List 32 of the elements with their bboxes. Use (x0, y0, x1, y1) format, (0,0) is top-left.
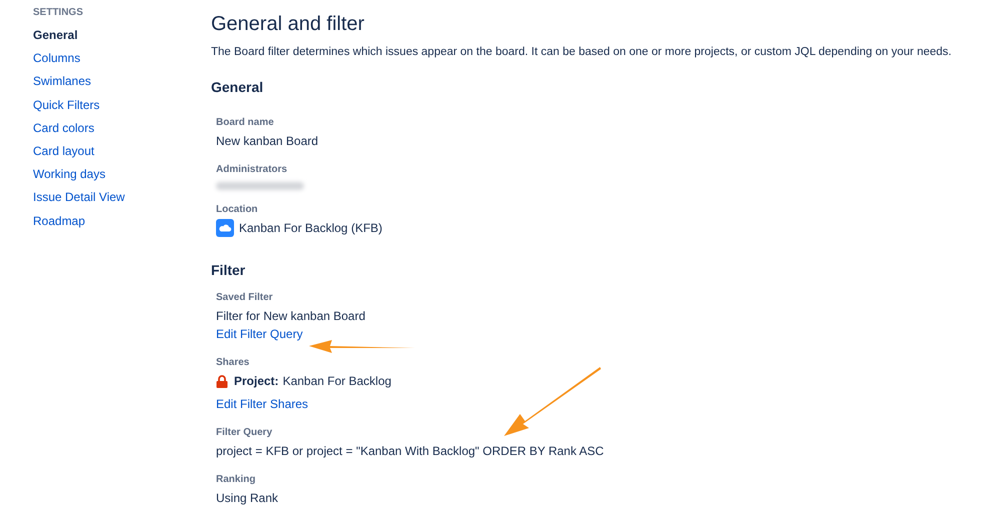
share-name: Kanban For Backlog (282, 373, 392, 390)
field-value: project = KFB or project = "Kanban With Backlog" ORDER BY Rank ASC (216, 443, 605, 460)
sidebar-item[interactable]: Card colors (33, 120, 94, 136)
field-label: Saved Filter (216, 291, 273, 305)
sidebar-heading: SETTINGS (33, 6, 84, 20)
sidebar-item[interactable]: Quick Filters (33, 96, 100, 113)
field-label: Location (216, 203, 258, 217)
field-label: Board name (216, 116, 274, 130)
link[interactable]: Edit Filter Query (216, 325, 303, 343)
field-label: Filter Query (216, 426, 272, 440)
cloud-icon (216, 219, 234, 237)
project-name: Kanban For Backlog (KFB) (239, 220, 382, 237)
lock-icon (216, 374, 228, 388)
field-value: New kanban Board (216, 133, 320, 150)
sidebar-item[interactable]: Issue Detail View (33, 189, 125, 206)
section-heading: General (211, 78, 264, 96)
sidebar-item[interactable]: Roadmap (33, 212, 86, 228)
sidebar-item[interactable]: Card layout (33, 142, 94, 159)
share-type: Project: (234, 373, 279, 390)
section-heading: Filter (211, 261, 246, 279)
field-value: Using Rank (216, 490, 280, 507)
field-value: Filter for New kanban Board (216, 308, 366, 325)
field-label: Ranking (216, 473, 256, 487)
sidebar-item[interactable]: General (33, 27, 78, 43)
sidebar-item[interactable]: Swimlanes (33, 73, 92, 90)
sidebar-item[interactable]: Columns (33, 50, 80, 66)
field-label: Administrators (216, 163, 288, 177)
link[interactable]: Edit Filter Shares (216, 395, 308, 413)
page-title: General and filter (211, 12, 366, 36)
field-label: Shares (216, 356, 250, 370)
page-description: The Board filter determines which issues appear on the board. It can be based on one or more projects, or custom JQL depending on your needs. (211, 45, 952, 60)
sidebar-item[interactable]: Working days (33, 166, 106, 182)
